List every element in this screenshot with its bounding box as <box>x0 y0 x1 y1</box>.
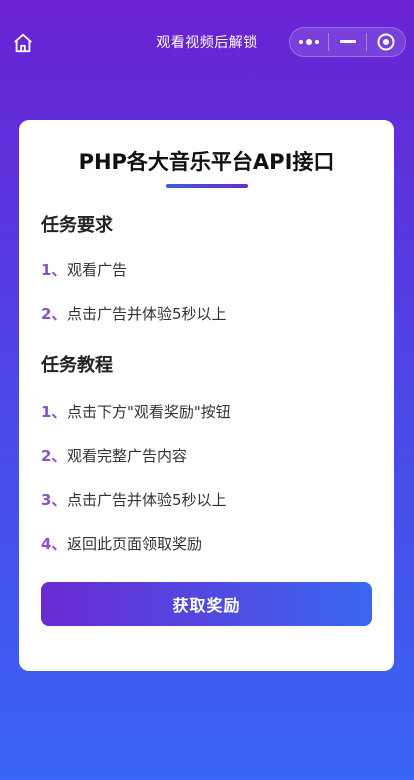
more-dots-icon <box>298 39 319 45</box>
step-text: 观看广告 <box>67 260 128 279</box>
tutorial-item: 3、 点击广告并体验5秒以上 <box>41 488 372 510</box>
minimize-button[interactable] <box>329 28 367 56</box>
mini-program-capsule <box>289 27 406 57</box>
step-number: 2、 <box>41 446 67 465</box>
close-button[interactable] <box>367 28 405 56</box>
step-number: 4、 <box>41 534 67 553</box>
requirement-item: 2、 点击广告并体验5秒以上 <box>41 302 372 324</box>
step-text: 点击广告并体验5秒以上 <box>67 490 227 509</box>
minimize-icon <box>339 40 356 43</box>
close-circle-icon <box>377 33 395 51</box>
requirement-item: 1、 观看广告 <box>41 258 372 280</box>
step-number: 1、 <box>41 260 67 279</box>
get-reward-button[interactable]: 获取奖励 <box>41 582 372 626</box>
step-number: 3、 <box>41 490 67 509</box>
step-text: 点击广告并体验5秒以上 <box>67 304 227 323</box>
tutorial-item: 1、 点击下方"观看奖励"按钮 <box>41 400 372 422</box>
tutorial-title: 任务教程 <box>41 355 113 376</box>
step-number: 1、 <box>41 402 67 421</box>
step-text: 返回此页面领取奖励 <box>67 534 203 553</box>
step-text: 点击下方"观看奖励"按钮 <box>67 402 231 421</box>
title-underline <box>165 184 248 188</box>
tutorial-item: 2、 观看完整广告内容 <box>41 444 372 466</box>
nav-bar: 观看视频后解锁 <box>0 0 414 84</box>
requirements-title: 任务要求 <box>41 215 113 236</box>
step-text: 观看完整广告内容 <box>67 446 188 465</box>
unlock-task-card: PHP各大音乐平台API接口 任务要求 1、 观看广告 2、 点击广告并体验5秒… <box>19 120 394 671</box>
more-button[interactable] <box>290 28 328 56</box>
step-number: 2、 <box>41 304 67 323</box>
card-title: PHP各大音乐平台API接口 <box>78 150 335 174</box>
tutorial-item: 4、 返回此页面领取奖励 <box>41 532 372 554</box>
